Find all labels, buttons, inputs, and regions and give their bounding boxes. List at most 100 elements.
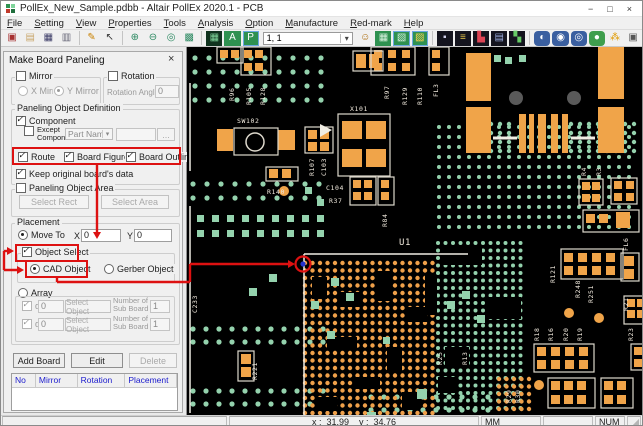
menu-option[interactable]: Option [239, 18, 279, 29]
x-input[interactable]: 0 [81, 229, 121, 242]
svg-text:R140: R140 [267, 188, 285, 196]
pcb-canvas[interactable]: R96R105R128R97R129R110FL3SW102X101U1R107… [187, 47, 643, 415]
object-select-checkbox[interactable]: Object Select [21, 247, 90, 257]
svg-text:R23: R23 [627, 327, 635, 341]
menu-file[interactable]: File [1, 18, 28, 29]
select-object-x-button[interactable]: Select Object [65, 300, 111, 313]
layer-dark-1-icon[interactable]: ▪ [437, 31, 453, 46]
menu-properties[interactable]: Properties [102, 18, 157, 29]
board-green-2-icon[interactable]: ▧ [393, 31, 409, 46]
paneling-table[interactable]: NoMirrorRotationPlacement [11, 373, 178, 411]
layer-dark-5-icon[interactable]: ▚ [509, 31, 525, 46]
edit-button[interactable]: Edit [71, 353, 123, 368]
zoom-window-icon[interactable]: ◎ [163, 31, 179, 46]
tool-blue-3-icon[interactable]: ◎ [571, 31, 587, 46]
gerber-object-radio[interactable]: Gerber Object [103, 264, 175, 274]
svg-text:R30: R30 [514, 389, 522, 403]
status-blank-2 [543, 416, 593, 426]
delete-button[interactable]: Delete [129, 353, 177, 368]
y-input[interactable]: 0 [134, 229, 172, 242]
board-figure-checkbox[interactable]: Board Figure [63, 152, 130, 162]
user-info-icon[interactable]: ☺ [357, 31, 373, 46]
maximize-button[interactable]: □ [607, 4, 612, 14]
layer-dark-3-icon[interactable]: ▙ [473, 31, 489, 46]
print-icon[interactable]: ▥ [58, 31, 74, 46]
svg-text:R97: R97 [383, 85, 391, 99]
window-title: PollEx_New_Sample.pdbb - Altair PollEx 2… [20, 3, 263, 14]
menu-help[interactable]: Help [398, 18, 430, 29]
menu-manufacture[interactable]: Manufacture [279, 18, 344, 29]
minimize-button[interactable]: − [588, 4, 593, 14]
menu-analysis[interactable]: Analysis [192, 18, 239, 29]
zoom-fit-icon[interactable]: ▩ [181, 31, 197, 46]
units-indicator: MM [481, 416, 541, 426]
dx-input[interactable]: 0 [38, 300, 64, 313]
snapshot-icon[interactable]: ▣ [625, 31, 641, 46]
artwork-top-icon[interactable]: A [224, 31, 240, 46]
wand-icon[interactable]: ⁂ [607, 31, 623, 46]
move-to-radio[interactable]: Move To [17, 230, 66, 240]
markers-icon[interactable]: ✎ [84, 31, 100, 46]
cad-object-radio[interactable]: CAD Object [29, 264, 92, 274]
svg-text:R20: R20 [562, 327, 570, 341]
resize-grip-icon[interactable]: ◢ [633, 417, 640, 426]
add-board-button[interactable]: Add Board [13, 353, 65, 368]
tool-blue-1-icon[interactable]: ◐ [534, 31, 550, 46]
board-green-1-icon[interactable]: ▦ [375, 31, 391, 46]
route-checkbox[interactable]: Route [17, 152, 56, 162]
board-view-icon[interactable]: ▦ [206, 31, 222, 46]
menu-setting[interactable]: Setting [28, 18, 70, 29]
keep-original-checkbox[interactable]: Keep original board's data [15, 169, 134, 179]
svg-text:R129: R129 [401, 87, 409, 105]
except-filter-input[interactable] [116, 128, 156, 141]
zoom-in-icon[interactable]: ⊕ [127, 31, 143, 46]
column-header-no[interactable]: No [12, 374, 36, 387]
board-green-3-icon[interactable]: ▨ [412, 31, 428, 46]
dy-input[interactable]: 0 [38, 318, 64, 331]
select-object-y-button[interactable]: Select Object [65, 318, 111, 331]
file-close-icon[interactable]: ▣ [4, 31, 20, 46]
page-select-combo[interactable]: 1, 1▾ [263, 32, 354, 45]
column-header-mirror[interactable]: Mirror [36, 374, 78, 387]
sub-board-x-input[interactable]: 1 [150, 300, 170, 313]
dialog-close-icon[interactable]: × [168, 53, 174, 65]
browse-button[interactable]: ... [157, 128, 175, 141]
zoom-out-icon[interactable]: ⊖ [145, 31, 161, 46]
file-open-icon[interactable]: ▤ [22, 31, 38, 46]
mirror-checkbox[interactable]: Mirror [15, 71, 54, 81]
column-header-placement[interactable]: Placement [125, 374, 177, 387]
rotation-checkbox[interactable]: Rotation [107, 71, 156, 81]
artwork-pcb-icon[interactable]: P [243, 31, 259, 46]
status-blank-1 [2, 416, 227, 426]
tool-blue-2-icon[interactable]: ◉ [552, 31, 568, 46]
rotation-angle-input[interactable]: 0 [155, 85, 179, 98]
menu-redmark[interactable]: Red-mark [344, 18, 398, 29]
tool-green-icon[interactable]: ● [589, 31, 605, 46]
save-icon[interactable]: ▦ [40, 31, 56, 46]
menu-tools[interactable]: Tools [158, 18, 192, 29]
svg-text:R29: R29 [505, 389, 513, 403]
y-mirror-radio[interactable]: Y Mirror [53, 86, 100, 96]
layer-dark-4-icon[interactable]: ▤ [491, 31, 507, 46]
column-header-rotation[interactable]: Rotation [78, 374, 126, 387]
part-name-select[interactable]: Part Name▾ [65, 128, 113, 140]
paneling-object-area-checkbox[interactable]: Paneling Object Area [15, 183, 115, 193]
chevron-down-icon: ▾ [102, 130, 112, 138]
select-cursor-icon[interactable]: ↖ [102, 31, 118, 46]
svg-text:FL3: FL3 [432, 83, 440, 97]
svg-text:R18: R18 [533, 327, 541, 341]
board-outline-checkbox[interactable]: Board Outline [125, 152, 195, 162]
svg-text:R251: R251 [587, 285, 595, 303]
select-area-button[interactable]: Select Area [101, 195, 169, 209]
toolbar-separator [432, 31, 433, 45]
svg-text:C233: C233 [191, 295, 199, 313]
close-button[interactable]: × [627, 4, 632, 14]
sub-board-y-input[interactable]: 1 [150, 318, 170, 331]
svg-text:X101: X101 [350, 105, 368, 113]
layer-dark-2-icon[interactable]: ≡ [455, 31, 471, 46]
svg-text:R221: R221 [251, 362, 259, 380]
select-rect-button[interactable]: Select Rect [19, 195, 89, 209]
status-blank-3: ◢ [627, 416, 641, 426]
menu-view[interactable]: View [70, 18, 102, 29]
app-window: PollEx_New_Sample.pdbb - Altair PollEx 2… [0, 0, 643, 426]
